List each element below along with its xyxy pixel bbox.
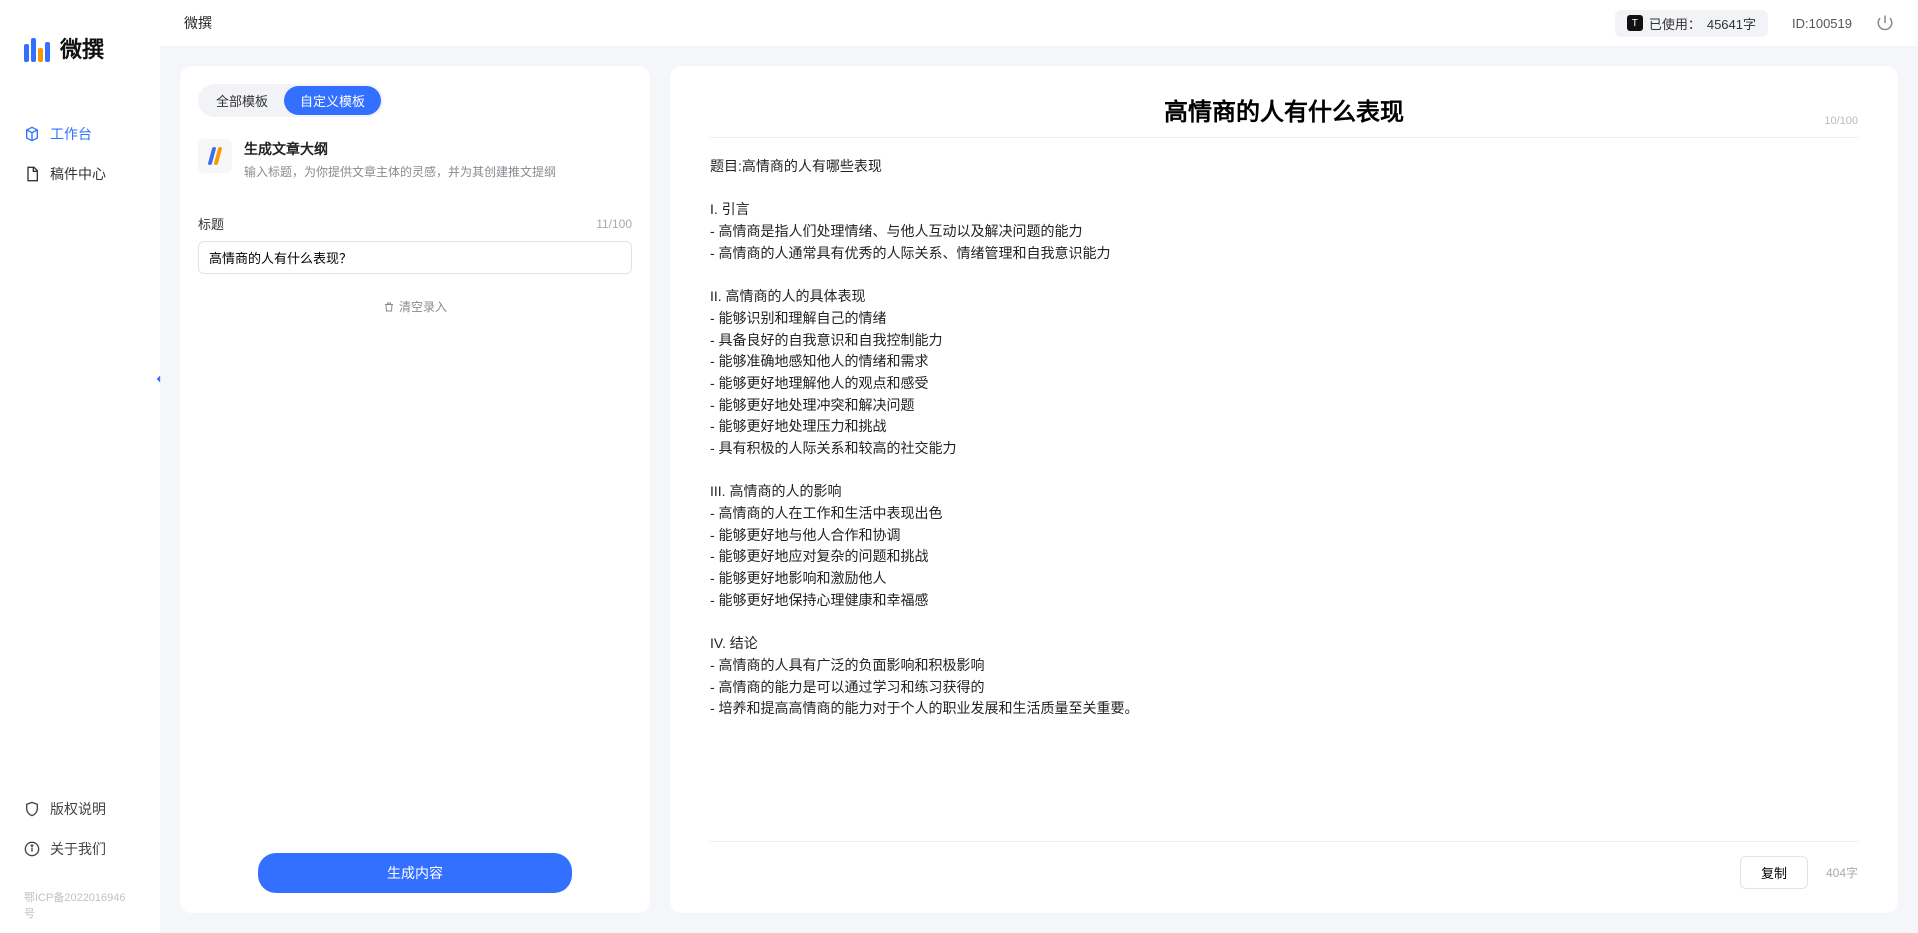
output-title-row: 高情商的人有什么表现 10/100 <box>710 92 1858 127</box>
sidebar-bottom: 版权说明 关于我们 <box>0 789 160 889</box>
trash-icon <box>383 301 395 313</box>
text-badge-icon: T <box>1627 15 1643 31</box>
title-input[interactable] <box>198 241 632 274</box>
sidebar-item-label: 关于我们 <box>50 839 106 859</box>
template-desc: 输入标题，为你提供文章主体的灵感，并为其创建推文提纲 <box>244 163 632 180</box>
main: 微撰 T 已使用： 45641字 ID:100519 全部模板 自定义模板 生成… <box>160 0 1918 933</box>
usage-pill[interactable]: T 已使用： 45641字 <box>1615 10 1768 37</box>
clear-input-button[interactable]: 清空录入 <box>198 298 632 315</box>
power-icon[interactable] <box>1876 14 1894 32</box>
sidebar-item-label: 稿件中心 <box>50 164 106 184</box>
info-icon <box>24 841 40 857</box>
template-tabs: 全部模板 自定义模板 <box>198 84 383 117</box>
generate-button[interactable]: 生成内容 <box>258 853 572 893</box>
cube-icon <box>24 126 40 142</box>
logo-mark-icon <box>24 34 52 62</box>
shield-icon <box>24 801 40 817</box>
sidebar-item-about[interactable]: 关于我们 <box>0 829 160 869</box>
user-id: ID:100519 <box>1792 16 1852 31</box>
sidebar-item-label: 版权说明 <box>50 799 106 819</box>
template-panel: 全部模板 自定义模板 生成文章大纲 输入标题，为你提供文章主体的灵感，并为其创建… <box>180 66 650 913</box>
divider <box>710 137 1858 138</box>
collapse-sidebar-icon[interactable] <box>152 372 166 386</box>
brand-logo: 微撰 <box>0 0 160 84</box>
sidebar-item-label: 工作台 <box>50 124 92 144</box>
output-footer: 复制 404字 <box>710 841 1858 889</box>
tab-custom-templates[interactable]: 自定义模板 <box>284 86 381 115</box>
copy-button[interactable]: 复制 <box>1740 856 1808 889</box>
usage-prefix: 已使用： <box>1649 14 1701 33</box>
field-counter: 11/100 <box>596 217 632 231</box>
field-label: 标题 <box>198 214 224 233</box>
output-body[interactable]: 题目:高情商的人有哪些表现 I. 引言 - 高情商是指人们处理情绪、与他人互动以… <box>710 156 1858 841</box>
output-word-count: 404字 <box>1826 864 1858 881</box>
output-title-counter: 10/100 <box>1824 115 1858 127</box>
sidebar-nav: 工作台 稿件中心 <box>0 114 160 789</box>
template-card: 生成文章大纲 输入标题，为你提供文章主体的灵感，并为其创建推文提纲 <box>198 139 632 180</box>
title-field-wrap: 标题 11/100 <box>198 214 632 274</box>
content: 全部模板 自定义模板 生成文章大纲 输入标题，为你提供文章主体的灵感，并为其创建… <box>160 46 1918 933</box>
sidebar-item-workspace[interactable]: 工作台 <box>0 114 160 154</box>
output-title: 高情商的人有什么表现 <box>710 92 1858 127</box>
sidebar: 微撰 工作台 稿件中心 版权说明 关于我们 鄂ICP备2022016946号 <box>0 0 160 933</box>
topbar: 微撰 T 已使用： 45641字 ID:100519 <box>160 0 1918 46</box>
document-icon <box>24 166 40 182</box>
brand-name: 微撰 <box>60 32 104 64</box>
clear-label: 清空录入 <box>399 298 447 315</box>
icp-text: 鄂ICP备2022016946号 <box>0 889 160 933</box>
template-icon <box>198 139 232 173</box>
sidebar-item-copyright[interactable]: 版权说明 <box>0 789 160 829</box>
tab-all-templates[interactable]: 全部模板 <box>200 86 284 115</box>
usage-value: 45641字 <box>1707 14 1756 33</box>
sidebar-item-drafts[interactable]: 稿件中心 <box>0 154 160 194</box>
topbar-title: 微撰 <box>184 13 212 33</box>
spacer <box>198 315 632 853</box>
template-title: 生成文章大纲 <box>244 139 632 159</box>
output-panel: 高情商的人有什么表现 10/100 题目:高情商的人有哪些表现 I. 引言 - … <box>670 66 1898 913</box>
